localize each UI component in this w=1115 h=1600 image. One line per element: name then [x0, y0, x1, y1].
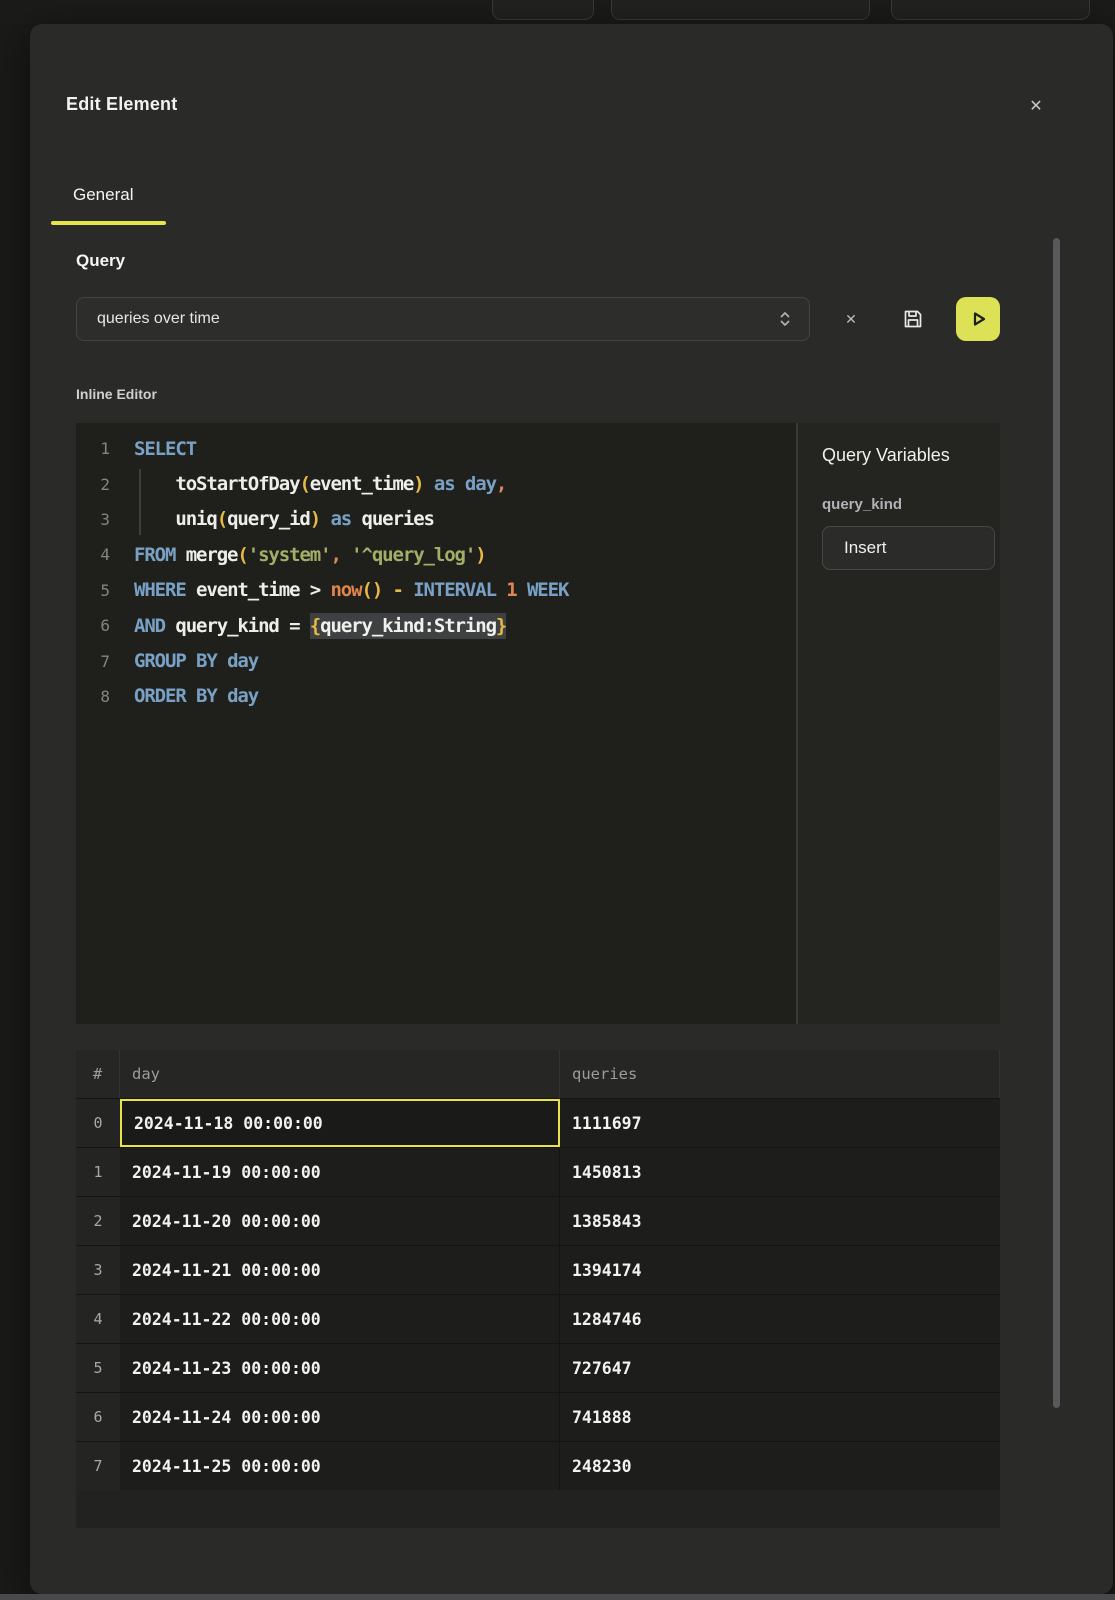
clear-query-button[interactable]: ✕	[836, 305, 866, 333]
tab-general[interactable]: General	[73, 185, 133, 205]
code-line[interactable]: 7 GROUP BY day	[76, 643, 796, 678]
cell-day[interactable]: 2024-11-21 00:00:00	[120, 1246, 560, 1294]
inline-editor: 1 SELECT 2 toStartOfDay(event_time) as day…	[76, 423, 1000, 1024]
code-line[interactable]: 4 FROM merge('system', '^query_log')	[76, 537, 796, 572]
code-text: GROUP BY day	[134, 650, 258, 672]
background-toolbar-item	[611, 0, 870, 20]
background-toolbar-item	[492, 0, 594, 20]
code-text: FROM merge('system', '^query_log')	[134, 544, 486, 566]
code-text: ORDER BY day	[134, 685, 258, 707]
row-index: 7	[76, 1442, 120, 1490]
code-line[interactable]: 1 SELECT	[76, 431, 796, 466]
line-number: 3	[76, 510, 110, 529]
cell-queries[interactable]: 727647	[560, 1344, 1000, 1392]
query-heading: Query	[76, 251, 125, 271]
table-footer	[76, 1490, 1000, 1528]
table-row: 52024-11-23 00:00:00727647	[76, 1343, 1000, 1392]
close-icon: ✕	[1029, 98, 1042, 115]
background-toolbar-item	[891, 0, 1090, 20]
column-header-day: day	[120, 1050, 560, 1098]
line-number: 7	[76, 652, 110, 671]
column-header-queries: queries	[560, 1050, 1000, 1098]
variable-name: query_kind	[822, 496, 1000, 513]
code-text: uniq(query_id) as queries	[134, 508, 434, 530]
cell-queries[interactable]: 1111697	[560, 1099, 1000, 1147]
query-select[interactable]: queries over time	[76, 297, 810, 341]
line-number: 5	[76, 581, 110, 600]
cell-queries[interactable]: 1385843	[560, 1197, 1000, 1245]
line-number: 6	[76, 616, 110, 635]
table-header: # day queries	[76, 1050, 1000, 1098]
modal-scrollbar[interactable]	[1053, 238, 1060, 1408]
table-row: 32024-11-21 00:00:001394174	[76, 1245, 1000, 1294]
cell-queries[interactable]: 248230	[560, 1442, 1000, 1490]
cell-day[interactable]: 2024-11-23 00:00:00	[120, 1344, 560, 1392]
code-lines: 1 SELECT 2 toStartOfDay(event_time) as day…	[76, 431, 796, 714]
cell-queries[interactable]: 741888	[560, 1393, 1000, 1441]
query-variables-panel: Query Variables query_kind Insert	[796, 423, 1000, 1024]
table-row: 62024-11-24 00:00:00741888	[76, 1392, 1000, 1441]
cell-queries[interactable]: 1284746	[560, 1295, 1000, 1343]
selected-cell[interactable]: 2024-11-18 00:00:00	[120, 1099, 560, 1147]
row-index: 5	[76, 1344, 120, 1392]
bottom-bar	[0, 1594, 1115, 1600]
query-select-value: queries over time	[97, 310, 775, 328]
edit-element-modal: Edit Element ✕ General Query queries ove…	[30, 24, 1113, 1594]
row-index: 0	[76, 1099, 120, 1147]
background-toolbar	[0, 0, 1115, 24]
tab-active-underline	[51, 221, 166, 225]
line-number: 8	[76, 687, 110, 706]
code-text: AND query_kind = {query_kind:String}	[134, 615, 506, 637]
line-number: 4	[76, 545, 110, 564]
code-line[interactable]: 8 ORDER BY day	[76, 679, 796, 714]
line-number: 1	[76, 439, 110, 458]
row-index: 2	[76, 1197, 120, 1245]
table-row: 42024-11-22 00:00:001284746	[76, 1294, 1000, 1343]
results-table: # day queries 02024-11-18 00:00:00111169…	[76, 1050, 1000, 1528]
row-index: 1	[76, 1148, 120, 1196]
row-index: 6	[76, 1393, 120, 1441]
code-editor[interactable]: 1 SELECT 2 toStartOfDay(event_time) as day…	[76, 423, 796, 1024]
run-query-button[interactable]	[956, 297, 1000, 341]
code-line[interactable]: 2 toStartOfDay(event_time) as day,	[76, 466, 796, 501]
cell-day[interactable]: 2024-11-22 00:00:00	[120, 1295, 560, 1343]
code-line[interactable]: 3 uniq(query_id) as queries	[76, 502, 796, 537]
insert-variable-button[interactable]: Insert	[822, 526, 995, 570]
row-index: 3	[76, 1246, 120, 1294]
code-text: SELECT	[134, 438, 196, 460]
modal-title: Edit Element	[66, 94, 177, 115]
code-text: WHERE event_time > now() - INTERVAL 1 WE…	[134, 579, 568, 601]
code-text: toStartOfDay(event_time) as day,	[134, 473, 506, 495]
line-number: 2	[76, 475, 110, 494]
table-body: 02024-11-18 00:00:00111169712024-11-19 0…	[76, 1098, 1000, 1490]
column-header-index: #	[76, 1050, 120, 1098]
table-row: 02024-11-18 00:00:001111697	[76, 1098, 1000, 1147]
query-variables-title: Query Variables	[822, 445, 1000, 466]
table-row: 22024-11-20 00:00:001385843	[76, 1196, 1000, 1245]
screen: Edit Element ✕ General Query queries ove…	[0, 0, 1115, 1600]
chevron-up-down-icon	[775, 309, 795, 329]
close-button[interactable]: ✕	[1022, 93, 1050, 121]
cell-day[interactable]: 2024-11-20 00:00:00	[120, 1197, 560, 1245]
cell-queries[interactable]: 1394174	[560, 1246, 1000, 1294]
cell-day[interactable]: 2024-11-24 00:00:00	[120, 1393, 560, 1441]
save-icon	[901, 307, 925, 331]
save-button[interactable]	[898, 304, 928, 334]
indent-guide	[139, 469, 141, 535]
cell-day[interactable]: 2024-11-25 00:00:00	[120, 1442, 560, 1490]
play-icon	[966, 307, 990, 331]
code-line[interactable]: 6 AND query_kind = {query_kind:String}	[76, 608, 796, 643]
cell-queries[interactable]: 1450813	[560, 1148, 1000, 1196]
row-index: 4	[76, 1295, 120, 1343]
clear-icon: ✕	[845, 311, 857, 328]
inline-editor-label: Inline Editor	[76, 386, 157, 402]
code-line[interactable]: 5 WHERE event_time > now() - INTERVAL 1 W…	[76, 573, 796, 608]
table-row: 12024-11-19 00:00:001450813	[76, 1147, 1000, 1196]
table-row: 72024-11-25 00:00:00248230	[76, 1441, 1000, 1490]
cell-day[interactable]: 2024-11-19 00:00:00	[120, 1148, 560, 1196]
